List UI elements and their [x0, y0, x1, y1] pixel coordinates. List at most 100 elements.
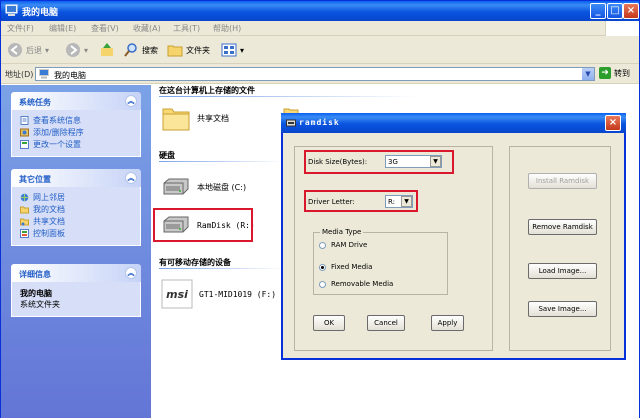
radio-removable-media[interactable]: Removable Media	[319, 280, 393, 288]
change-setting-link[interactable]: 更改一个设置	[20, 138, 132, 150]
up-folder-button[interactable]	[99, 40, 115, 60]
hard-disk-icon	[163, 178, 189, 195]
dialog-close-button[interactable]: ×	[605, 115, 621, 131]
forward-button[interactable]: ▾	[65, 40, 88, 60]
panel-title: 详细信息	[19, 270, 51, 279]
shared-documents-item[interactable]: 共享文档	[161, 104, 229, 132]
maximize-button[interactable]: □	[607, 3, 623, 19]
add-remove-programs-link[interactable]: 添加/删除程序	[20, 126, 132, 138]
panel-body: 我的电脑 系统文件夹	[11, 282, 141, 317]
system-tasks-panel: 系统任务 ︽ 查看系统信息 添加/删除程序 更改一个设置	[11, 92, 141, 157]
go-button[interactable]: ➜ 转到	[599, 67, 630, 79]
control-panel-link[interactable]: 控制面板	[20, 227, 132, 239]
radio-ram-drive[interactable]: RAM Drive	[319, 241, 367, 249]
view-system-info-link[interactable]: 查看系统信息	[20, 114, 132, 126]
menu-file[interactable]: 文件(F)	[7, 23, 34, 34]
dialog-titlebar[interactable]: ramdisk ×	[281, 113, 626, 133]
apply-button[interactable]: Apply	[431, 315, 464, 331]
link-label: 控制面板	[33, 228, 65, 238]
address-input[interactable]: 我的电脑 ▼	[35, 67, 595, 81]
usb-brand-text: msi	[166, 288, 188, 301]
folder-icon	[167, 45, 183, 57]
radio-label: Fixed Media	[331, 263, 373, 271]
disk-size-highlight-box	[304, 150, 454, 174]
menu-edit[interactable]: 编辑(E)	[49, 23, 76, 34]
folders-label: 文件夹	[186, 45, 210, 55]
details-panel: 详细信息 ︽ 我的电脑 系统文件夹	[11, 264, 141, 317]
menu-tools[interactable]: 工具(T)	[173, 23, 200, 34]
close-button[interactable]: ×	[623, 3, 639, 19]
radio-fixed-media[interactable]: Fixed Media	[319, 263, 372, 271]
link-label: 查看系统信息	[33, 115, 81, 125]
item-label: 本地磁盘 (C:)	[197, 182, 247, 192]
ramdisk-app-icon	[286, 119, 296, 127]
back-dropdown-icon[interactable]: ▾	[45, 46, 49, 55]
address-label: 地址(D)	[5, 70, 34, 79]
control-panel-icon	[20, 139, 29, 149]
section-header: 硬盘	[159, 151, 175, 160]
folder-icon	[162, 108, 190, 131]
window-titlebar[interactable]: 我的电脑 _ □ ×	[1, 1, 639, 21]
address-dropdown-icon[interactable]: ▼	[582, 68, 594, 80]
other-places-header[interactable]: 其它位置 ︽	[11, 169, 141, 187]
ramdisk-dialog: ramdisk × Disk Size(Bytes): 3G ▼ Driver …	[281, 113, 626, 360]
system-info-icon	[20, 115, 29, 125]
shared-folder-icon	[20, 218, 29, 225]
link-label: 网上邻居	[33, 192, 65, 202]
menu-help[interactable]: 帮助(H)	[213, 23, 241, 34]
forward-dropdown-icon[interactable]: ▾	[84, 46, 88, 55]
go-label: 转到	[614, 68, 630, 78]
details-type: 系统文件夹	[20, 300, 60, 309]
computer-icon	[5, 4, 18, 16]
remove-ramdisk-button[interactable]: Remove Ramdisk	[528, 219, 597, 235]
back-label: 后退	[26, 45, 42, 55]
collapse-chevron-icon[interactable]: ︽	[125, 267, 137, 279]
menu-bar: 文件(F) 编辑(E) 查看(V) 收藏(A) 工具(T) 帮助(H)	[1, 21, 639, 36]
radio-label: Removable Media	[331, 280, 394, 288]
shared-documents-link[interactable]: 共享文档	[20, 215, 132, 227]
install-ramdisk-button[interactable]: Install Ramdisk	[528, 173, 597, 189]
system-tasks-header[interactable]: 系统任务 ︽	[11, 92, 141, 110]
media-type-label: Media Type	[320, 228, 364, 236]
link-label: 我的文档	[33, 204, 65, 214]
up-folder-icon	[101, 43, 113, 56]
address-bar: 地址(D) 我的电脑 ▼ ➜ 转到	[1, 64, 639, 84]
my-documents-link[interactable]: 我的文档	[20, 203, 132, 215]
ok-button[interactable]: OK	[313, 315, 345, 331]
back-button[interactable]: 后退 ▾	[7, 40, 49, 60]
usb-device-item[interactable]: msi GT1-MID1019 (F:)	[161, 279, 276, 309]
windows-logo	[605, 21, 639, 36]
usb-drive-icon: msi	[161, 279, 193, 309]
search-icon	[124, 43, 137, 57]
collapse-chevron-icon[interactable]: ︽	[125, 95, 137, 107]
ramdisk-highlight-box	[153, 208, 253, 242]
computer-icon	[39, 69, 49, 79]
item-label: GT1-MID1019 (F:)	[199, 289, 277, 299]
programs-icon	[20, 128, 29, 136]
radio-label: RAM Drive	[331, 241, 368, 249]
load-image-button[interactable]: Load Image...	[528, 263, 597, 279]
folders-button[interactable]: 文件夹	[167, 40, 210, 60]
link-label: 添加/删除程序	[33, 127, 84, 137]
dialog-title: ramdisk	[299, 118, 340, 127]
panel-body: 查看系统信息 添加/删除程序 更改一个设置	[11, 110, 141, 157]
collapse-chevron-icon[interactable]: ︽	[125, 172, 137, 184]
item-label: 共享文档	[197, 113, 229, 123]
go-arrow-icon: ➜	[599, 67, 611, 79]
menu-view[interactable]: 查看(V)	[91, 23, 119, 34]
minimize-button[interactable]: _	[590, 3, 606, 19]
cancel-button[interactable]: Cancel	[367, 315, 405, 331]
menu-favorites[interactable]: 收藏(A)	[133, 23, 161, 34]
search-button[interactable]: 搜索	[123, 40, 158, 60]
network-places-link[interactable]: 网上邻居	[20, 191, 132, 203]
views-button[interactable]: ▾	[221, 40, 244, 60]
section-header: 在这台计算机上存储的文件	[159, 86, 255, 95]
forward-arrow-icon	[66, 43, 80, 57]
radio-circle	[319, 280, 326, 288]
panel-body: 网上邻居 我的文档 共享文档 控制面板	[11, 187, 141, 246]
views-icon	[221, 43, 237, 57]
details-header[interactable]: 详细信息 ︽	[11, 264, 141, 282]
views-dropdown-icon[interactable]: ▾	[240, 46, 244, 55]
save-image-button[interactable]: Save Image...	[528, 301, 597, 317]
local-disk-c-item[interactable]: 本地磁盘 (C:)	[161, 177, 246, 197]
